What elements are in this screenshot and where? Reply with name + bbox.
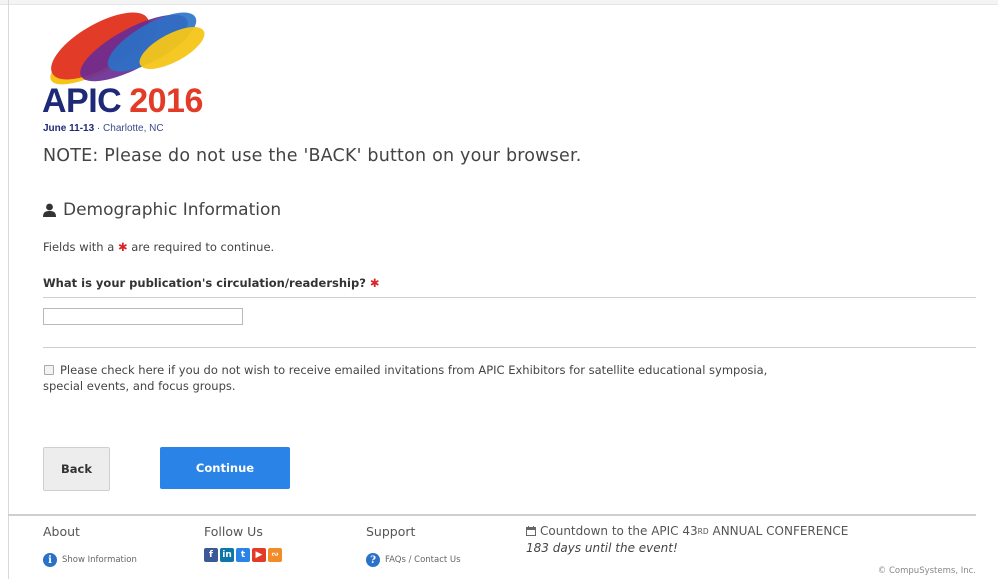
faqs-contact-label: FAQs / Contact Us (385, 555, 461, 565)
logo-dates: June 11-13 (43, 123, 95, 134)
question-icon: ? (366, 553, 380, 567)
copyright: © CompuSystems, Inc. (877, 566, 976, 576)
logo-wordmark: APIC 2016 (42, 84, 203, 118)
required-star-icon: ✱ (369, 276, 380, 290)
calendar-icon (526, 526, 536, 536)
logo-location: Charlotte, NC (103, 123, 164, 134)
logo-name: APIC (42, 82, 122, 120)
footer-about-heading: About (43, 524, 80, 539)
continue-button[interactable]: Continue (160, 447, 290, 489)
countdown-prefix: Countdown to the APIC 43 (540, 524, 698, 538)
optout-row: Please check here if you do not wish to … (43, 362, 803, 394)
countdown-suffix: ANNUAL CONFERENCE (712, 524, 849, 538)
section-heading: Demographic Information (43, 200, 281, 220)
left-border (8, 0, 9, 579)
user-icon (43, 203, 56, 217)
days-until-event: 183 days until the event! (526, 541, 678, 555)
divider (43, 297, 976, 298)
question-text: What is your publication's circulation/r… (43, 276, 366, 290)
logo-subtitle: June 11-13 · Charlotte, NC (43, 123, 164, 134)
rss-icon[interactable]: ∾ (268, 548, 282, 562)
required-prefix: Fields with a (43, 240, 115, 254)
logo-graphic (50, 12, 205, 85)
optout-checkbox[interactable] (44, 364, 54, 375)
required-star-icon: ✱ (117, 240, 128, 254)
section-title: Demographic Information (63, 200, 282, 220)
back-button[interactable]: Back (43, 447, 110, 491)
countdown-sup: RD (697, 526, 709, 536)
footer-follow-heading: Follow Us (204, 524, 263, 539)
circulation-question-label: What is your publication's circulation/r… (43, 276, 380, 290)
facebook-icon[interactable]: f (204, 548, 218, 562)
circulation-input[interactable] (43, 308, 243, 325)
required-fields-note: Fields with a ✱ are required to continue… (43, 240, 274, 254)
optout-text: Please check here if you do not wish to … (43, 363, 768, 393)
show-information-label: Show Information (62, 555, 137, 565)
faqs-contact-link[interactable]: ? FAQs / Contact Us (366, 553, 461, 567)
footer-support-heading: Support (366, 524, 416, 539)
top-edge (0, 0, 998, 5)
apic-2016-logo: APIC 2016 June 11-13 · Charlotte, NC (42, 8, 217, 136)
linkedin-icon[interactable]: in (220, 548, 234, 562)
social-links: f in t ▶ ∾ (204, 548, 282, 562)
footer-divider (8, 514, 976, 516)
back-button-note: NOTE: Please do not use the 'BACK' butto… (43, 146, 582, 166)
logo-year: 2016 (129, 82, 203, 120)
required-suffix: are required to continue. (131, 240, 275, 254)
show-information-link[interactable]: i Show Information (43, 553, 137, 567)
countdown-heading: Countdown to the APIC 43 RD ANNUAL CONFER… (526, 524, 848, 538)
divider (43, 347, 976, 348)
youtube-icon[interactable]: ▶ (252, 548, 266, 562)
info-icon: i (43, 553, 57, 567)
twitter-icon[interactable]: t (236, 548, 250, 562)
